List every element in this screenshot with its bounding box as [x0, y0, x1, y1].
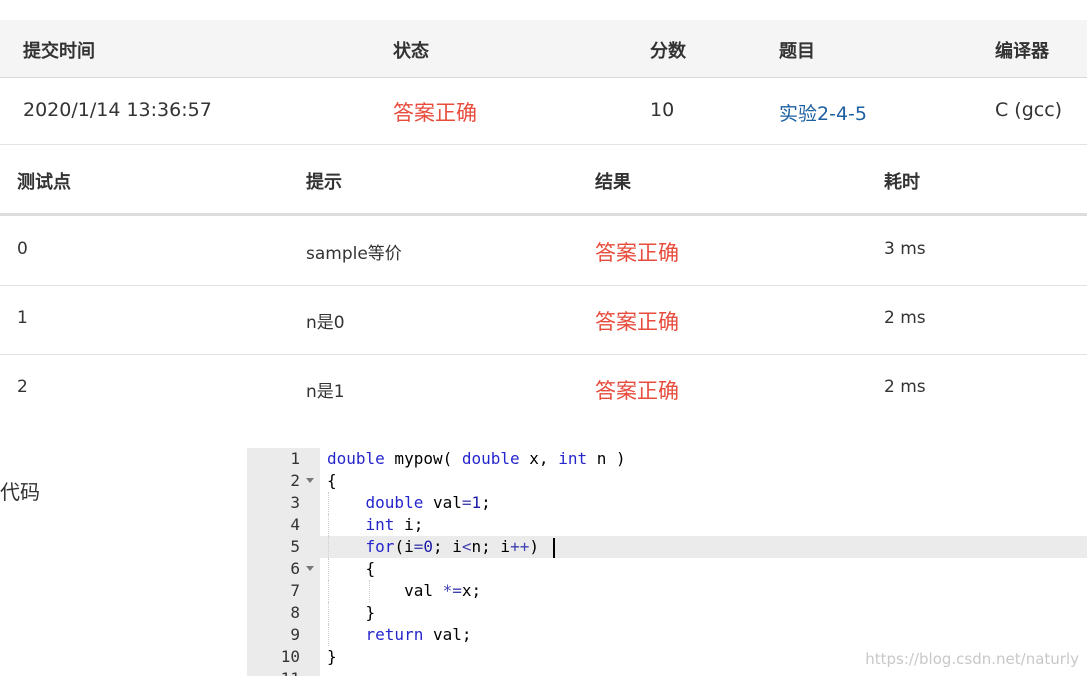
text-cursor	[553, 538, 555, 558]
code-label: 代码	[0, 480, 40, 504]
testpoint-hint: sample等价	[306, 244, 402, 264]
code-line[interactable]: 6 {	[247, 558, 1087, 580]
code-line-active[interactable]: 5 for(i=0; i<n; i++)	[247, 536, 1087, 558]
testpoint-time: 3 ms	[884, 239, 926, 259]
testpoint-id: 2	[17, 377, 28, 397]
compiler: C (gcc)	[995, 99, 1063, 121]
line-number: 11	[247, 668, 300, 676]
table-row: 2 n是1 答案正确 2 ms	[0, 355, 1087, 423]
header-testpoint: 测试点	[17, 172, 71, 193]
line-number: 4	[290, 515, 300, 534]
fold-arrow-icon[interactable]	[306, 566, 314, 571]
line-number: 1	[290, 449, 300, 468]
header-status: 状态	[393, 41, 429, 62]
testpoint-hint: n是0	[306, 313, 345, 333]
problem-link[interactable]: 实验2-4-5	[779, 99, 867, 126]
code-editor[interactable]: 1 double mypow( double x, int n ) 2 { 3 …	[247, 448, 1087, 676]
line-number: 9	[290, 625, 300, 644]
testpoint-id: 1	[17, 308, 28, 328]
line-number: 7	[290, 581, 300, 600]
code-line[interactable]: 4 int i;	[247, 514, 1087, 536]
line-number: 10	[280, 647, 300, 666]
code-line[interactable]: 3 double val=1;	[247, 492, 1087, 514]
testpoint-time: 2 ms	[884, 377, 926, 397]
line-number: 5	[290, 537, 300, 556]
header-submit-time: 提交时间	[23, 41, 95, 62]
code-line[interactable]: 9 return val;	[247, 624, 1087, 646]
status-badge: 答案正确	[393, 101, 477, 125]
testpoint-result: 答案正确	[595, 241, 679, 265]
submit-time: 2020/1/14 13:36:57	[23, 99, 212, 121]
watermark: https://blog.csdn.net/naturly	[865, 650, 1079, 668]
code-line[interactable]: 2 {	[247, 470, 1087, 492]
code-line[interactable]: 7 val *=x;	[247, 580, 1087, 602]
header-time: 耗时	[884, 172, 920, 193]
fold-arrow-icon[interactable]	[306, 478, 314, 483]
header-hint: 提示	[306, 172, 342, 193]
header-compiler: 编译器	[995, 41, 1049, 62]
table-row: 1 n是0 答案正确 2 ms	[0, 286, 1087, 355]
line-number: 2	[290, 471, 300, 490]
line-number: 8	[290, 603, 300, 622]
score: 10	[650, 99, 675, 121]
table-row: 0 sample等价 答案正确 3 ms	[0, 217, 1087, 286]
testcase-table-header: 测试点 提示 结果 耗时	[0, 145, 1087, 216]
line-number: 6	[290, 559, 300, 578]
testpoint-id: 0	[17, 239, 28, 259]
submission-table-header: 提交时间 状态 分数 题目 编译器	[0, 20, 1087, 78]
code-line[interactable]: 8 }	[247, 602, 1087, 624]
code-line[interactable]: 1 double mypow( double x, int n )	[247, 448, 1087, 470]
testpoint-result: 答案正确	[595, 310, 679, 334]
testpoint-hint: n是1	[306, 382, 345, 402]
line-number: 3	[290, 493, 300, 512]
testpoint-time: 2 ms	[884, 308, 926, 328]
submission-row: 2020/1/14 13:36:57 答案正确 10 实验2-4-5 C (gc…	[0, 78, 1087, 145]
header-problem: 题目	[779, 41, 815, 62]
testpoint-result: 答案正确	[595, 379, 679, 403]
code-line[interactable]: 11	[247, 668, 1087, 676]
header-result: 结果	[595, 172, 631, 193]
header-score: 分数	[650, 41, 686, 62]
